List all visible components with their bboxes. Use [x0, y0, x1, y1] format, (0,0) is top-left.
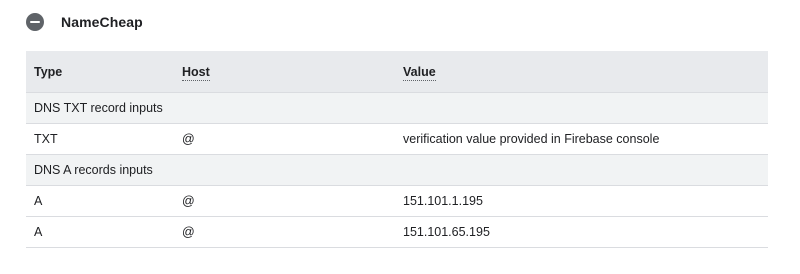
column-header-type: Type [26, 51, 174, 93]
table-row: A @ 151.101.65.195 [26, 216, 768, 248]
table-header-row: Type Host Value [26, 51, 768, 93]
cell-type: A [26, 185, 174, 217]
column-header-host: Host [174, 51, 395, 93]
column-header-host-label[interactable]: Host [182, 64, 210, 81]
table-row: A @ 151.101.1.195 [26, 185, 768, 217]
column-header-value-label[interactable]: Value [403, 64, 436, 81]
column-header-value: Value [395, 51, 768, 93]
namecheap-section-toggle[interactable]: NameCheap [26, 12, 143, 32]
cell-type: TXT [26, 123, 174, 155]
table-header: Type Host Value [26, 51, 768, 93]
cell-host: @ [174, 123, 395, 155]
column-header-type-label: Type [34, 64, 63, 79]
cell-type: A [26, 216, 174, 248]
dns-records-table: Type Host Value DNS TXT record inputs TX… [26, 51, 768, 248]
group-label: DNS TXT record inputs [26, 92, 768, 124]
cell-host: @ [174, 185, 395, 217]
table-row: TXT @ verification value provided in Fir… [26, 123, 768, 155]
section-title: NameCheap [61, 14, 143, 30]
cell-value: 151.101.1.195 [395, 185, 768, 217]
cell-host: @ [174, 216, 395, 248]
group-row-txt: DNS TXT record inputs [26, 92, 768, 124]
table-body: DNS TXT record inputs TXT @ verification… [26, 92, 768, 248]
group-row-a: DNS A records inputs [26, 154, 768, 186]
collapse-minus-icon[interactable] [26, 13, 44, 31]
group-label: DNS A records inputs [26, 154, 768, 186]
cell-value: verification value provided in Firebase … [395, 123, 768, 155]
cell-value: 151.101.65.195 [395, 216, 768, 248]
